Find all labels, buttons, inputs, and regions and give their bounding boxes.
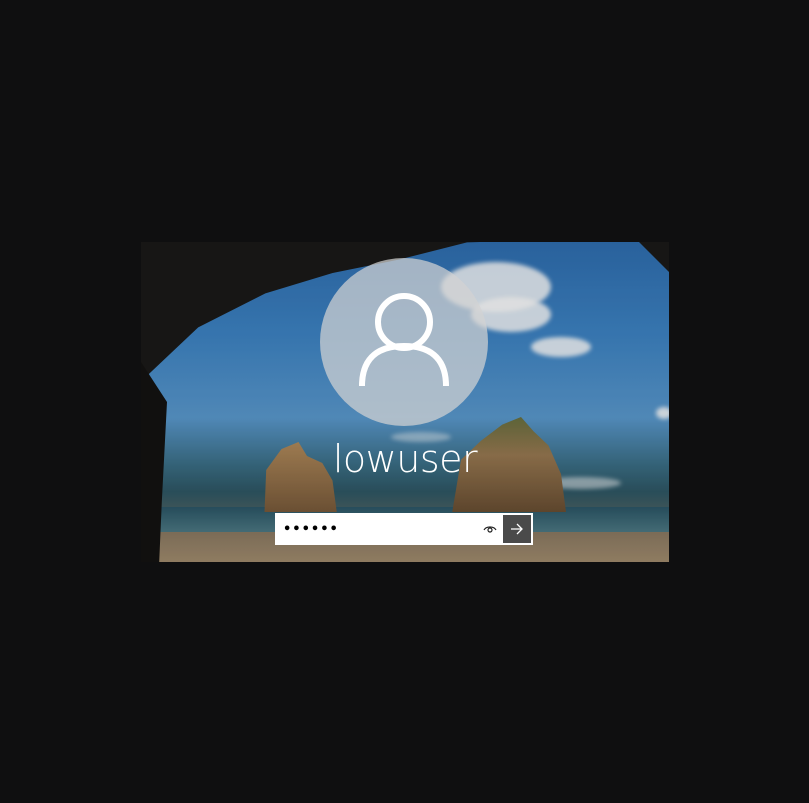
arrow-right-icon [511, 523, 523, 535]
user-avatar [320, 258, 488, 426]
password-input[interactable]: •••••• [277, 515, 477, 543]
reveal-password-button[interactable] [477, 515, 503, 543]
login-screen: lowuser •••••• [141, 242, 669, 562]
submit-button[interactable] [503, 515, 531, 543]
user-icon [359, 293, 449, 387]
password-field-container: •••••• [275, 513, 533, 545]
username-label: lowuser [332, 437, 478, 481]
eye-icon [483, 526, 497, 533]
